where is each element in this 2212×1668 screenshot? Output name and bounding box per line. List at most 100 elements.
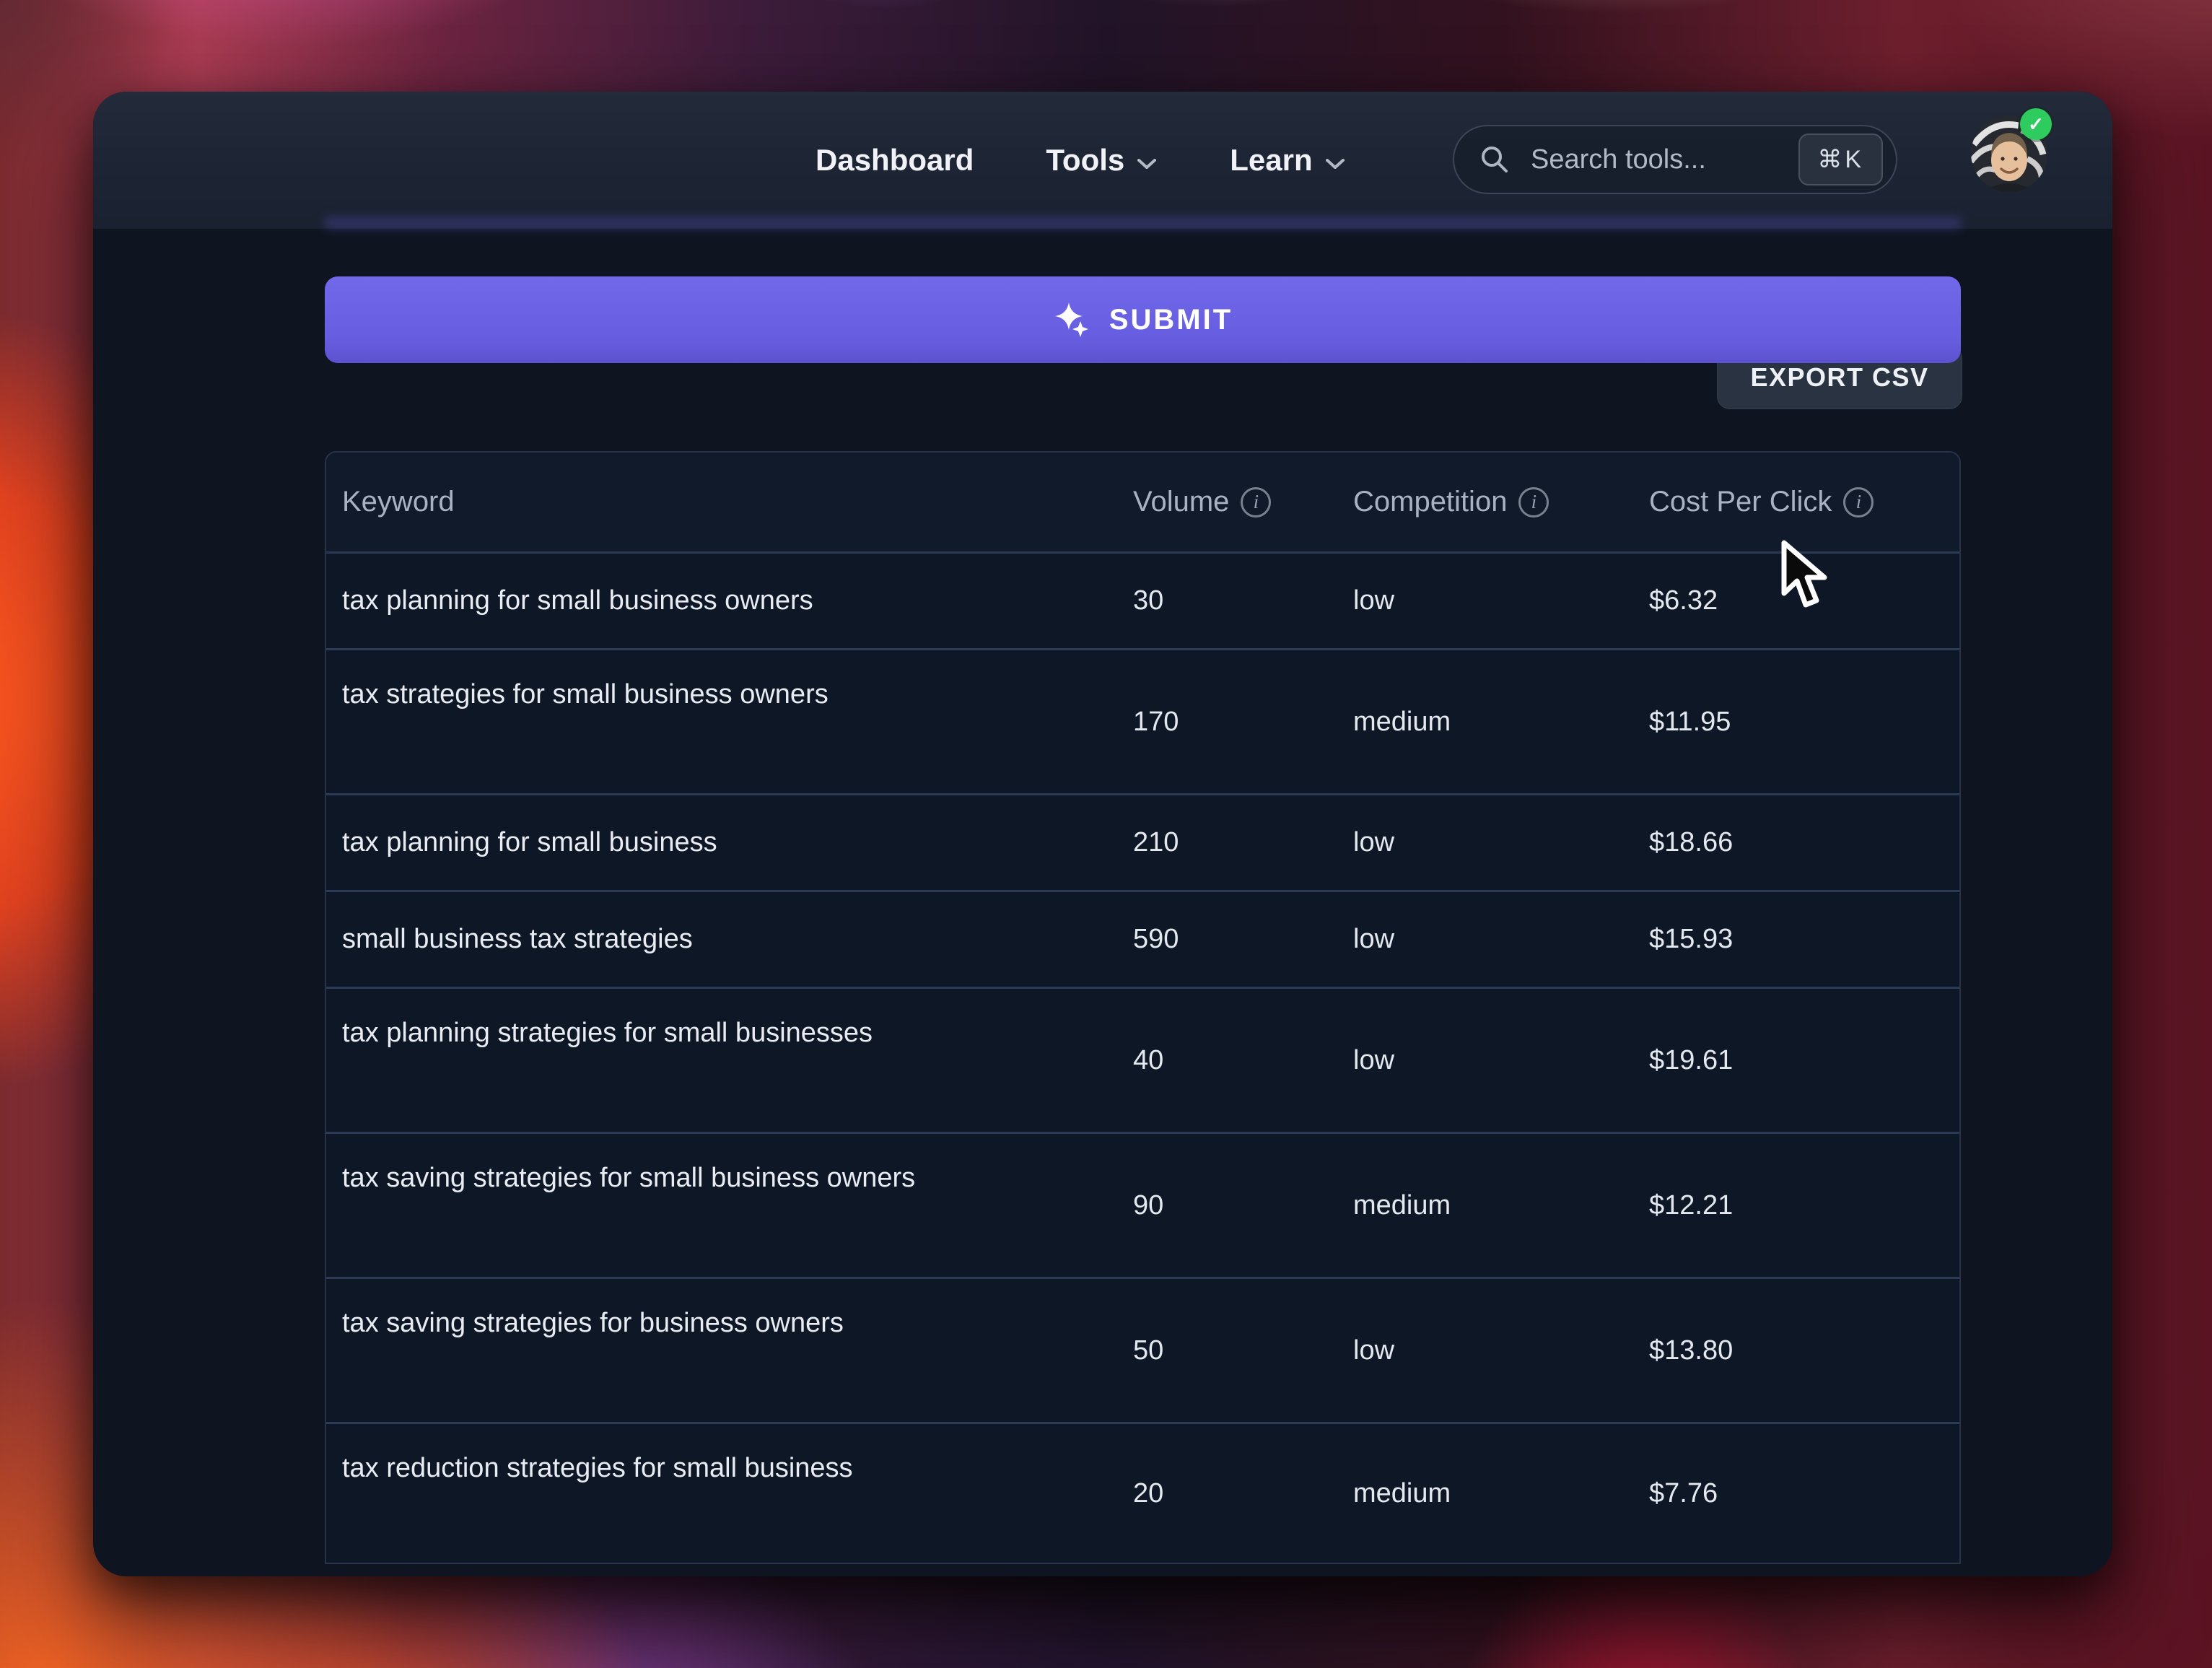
keyword-cell-value: tax saving strategies for small business… xyxy=(342,1163,916,1193)
competition-cell-value: low xyxy=(1353,827,1395,857)
keyword-cell: tax saving strategies for small business… xyxy=(342,1134,1122,1277)
competition-cell-value: medium xyxy=(1353,1189,1451,1221)
competition-cell-value: low xyxy=(1353,924,1395,954)
info-icon[interactable]: i xyxy=(1518,486,1549,518)
volume-cell: 90 xyxy=(1133,1134,1342,1277)
main-nav: Dashboard Tools Learn xyxy=(816,92,1346,229)
competition-cell-value: low xyxy=(1353,585,1395,616)
cpc-cell: $12.21 xyxy=(1649,1134,1952,1277)
volume-cell-value: 210 xyxy=(1133,827,1179,857)
volume-cell: 30 xyxy=(1133,554,1342,648)
cpc-cell: $19.61 xyxy=(1649,989,1952,1132)
volume-cell: 40 xyxy=(1133,989,1342,1132)
cpc-cell-value: $13.80 xyxy=(1649,1335,1734,1366)
volume-cell-value: 50 xyxy=(1133,1335,1164,1366)
table-body: tax planning for small business owners 30… xyxy=(326,551,1959,1563)
volume-cell-value: 90 xyxy=(1133,1189,1164,1221)
keyword-cell-value: tax planning for small business owners xyxy=(342,585,813,616)
cpc-cell: $7.76 xyxy=(1649,1424,1952,1563)
keyword-table: Keyword Volume i Competition i Cost Per Click… xyxy=(325,451,1961,1564)
info-icon[interactable]: i xyxy=(1843,486,1874,518)
column-header-label: Competition xyxy=(1353,486,1508,518)
volume-cell: 20 xyxy=(1133,1424,1342,1563)
keyword-cell: tax planning strategies for small busine… xyxy=(342,989,1122,1132)
keyword-cell-value: tax strategies for small business owners xyxy=(342,679,829,709)
nav-item-tools[interactable]: Tools xyxy=(1046,143,1158,178)
competition-cell-value: low xyxy=(1353,1044,1395,1075)
competition-cell: low xyxy=(1353,795,1638,890)
competition-cell-value: low xyxy=(1353,1335,1395,1366)
cpc-cell: $18.66 xyxy=(1649,795,1952,890)
chevron-down-icon xyxy=(1324,143,1346,178)
table-row: tax planning for small business 210 low $18… xyxy=(326,793,1959,890)
competition-cell-value: medium xyxy=(1353,706,1451,737)
sparkles-icon xyxy=(1053,301,1090,339)
competition-cell: medium xyxy=(1353,650,1638,793)
table-row: tax planning strategies for small busine… xyxy=(326,987,1959,1132)
chevron-down-icon xyxy=(1136,143,1158,178)
keyboard-shortcut-badge: ⌘K xyxy=(1798,134,1883,185)
keyword-cell-value: small business tax strategies xyxy=(342,924,693,954)
volume-cell-value: 30 xyxy=(1133,585,1164,616)
nav-item-label: Dashboard xyxy=(816,143,974,177)
nav-item-label: Tools xyxy=(1046,143,1125,177)
column-header-competition: Competition i xyxy=(1353,453,1638,551)
cpc-cell-value: $15.93 xyxy=(1649,924,1734,954)
info-icon[interactable]: i xyxy=(1241,486,1272,518)
verified-badge-icon: ✓ xyxy=(2020,108,2052,140)
submit-button[interactable]: SUBMIT xyxy=(325,276,1961,363)
table-row: tax planning for small business owners 30… xyxy=(326,551,1959,648)
table-row: small business tax strategies 590 low $15.9… xyxy=(326,890,1959,987)
table-row: tax reduction strategies for small busin… xyxy=(326,1422,1959,1563)
table-row: tax saving strategies for small business… xyxy=(326,1132,1959,1277)
submit-label: SUBMIT xyxy=(1109,303,1233,336)
keyword-cell: tax planning for small business xyxy=(342,795,1122,890)
volume-cell-value: 170 xyxy=(1133,706,1179,737)
keyword-cell: tax reduction strategies for small busin… xyxy=(342,1424,1122,1563)
volume-cell: 170 xyxy=(1133,650,1342,793)
keyword-cell-value: tax reduction strategies for small busin… xyxy=(342,1453,853,1483)
cpc-cell-value: $18.66 xyxy=(1649,827,1734,857)
search-input[interactable] xyxy=(1529,143,1780,176)
cpc-cell-value: $7.76 xyxy=(1649,1477,1718,1508)
table-row: tax saving strategies for business owner… xyxy=(326,1277,1959,1422)
keyword-cell-value: tax planning strategies for small busine… xyxy=(342,1018,873,1048)
cpc-cell-value: $19.61 xyxy=(1649,1044,1734,1075)
competition-cell: low xyxy=(1353,892,1638,987)
cpc-cell-value: $12.21 xyxy=(1649,1189,1734,1221)
cpc-cell: $11.95 xyxy=(1649,650,1952,793)
search-box[interactable]: ⌘K xyxy=(1453,125,1897,194)
nav-item-learn[interactable]: Learn xyxy=(1230,143,1345,178)
competition-cell: low xyxy=(1353,989,1638,1132)
competition-cell: low xyxy=(1353,1279,1638,1422)
volume-cell-value: 40 xyxy=(1133,1044,1164,1075)
competition-cell: medium xyxy=(1353,1134,1638,1277)
cpc-cell-value: $11.95 xyxy=(1649,706,1731,737)
keyword-cell-value: tax planning for small business xyxy=(342,827,717,857)
keyword-cell: tax saving strategies for business owner… xyxy=(342,1279,1122,1422)
competition-cell: medium xyxy=(1353,1424,1638,1563)
column-header-label: Cost Per Click xyxy=(1649,486,1832,518)
volume-cell: 590 xyxy=(1133,892,1342,987)
cpc-cell: $6.32 xyxy=(1649,554,1952,648)
cpc-cell-value: $6.32 xyxy=(1649,585,1718,616)
column-header-label: Keyword xyxy=(342,486,455,518)
table-row: tax strategies for small business owners… xyxy=(326,648,1959,793)
nav-item-dashboard[interactable]: Dashboard xyxy=(816,143,974,178)
app-window: Dashboard Tools Learn Search tools... ⌘K… xyxy=(93,92,2112,1576)
avatar[interactable]: ✓ xyxy=(1971,108,2052,192)
volume-cell-value: 590 xyxy=(1133,924,1179,954)
keyword-cell: tax planning for small business owners xyxy=(342,554,1122,648)
volume-cell: 50 xyxy=(1133,1279,1342,1422)
search-icon xyxy=(1479,144,1511,175)
nav-item-label: Learn xyxy=(1230,143,1313,177)
cpc-cell: $13.80 xyxy=(1649,1279,1952,1422)
column-header-cost-per-click: Cost Per Click i xyxy=(1649,453,1952,551)
desktop-background: Dashboard Tools Learn Search tools... ⌘K… xyxy=(0,0,2212,1668)
column-header-label: Volume xyxy=(1133,486,1230,518)
nav-header: Dashboard Tools Learn Search tools... ⌘K… xyxy=(93,92,2112,229)
table-header-row: Keyword Volume i Competition i Cost Per Click… xyxy=(326,453,1959,551)
competition-cell-value: medium xyxy=(1353,1477,1451,1508)
keyword-cell: tax strategies for small business owners xyxy=(342,650,1122,793)
volume-cell-value: 20 xyxy=(1133,1477,1164,1508)
